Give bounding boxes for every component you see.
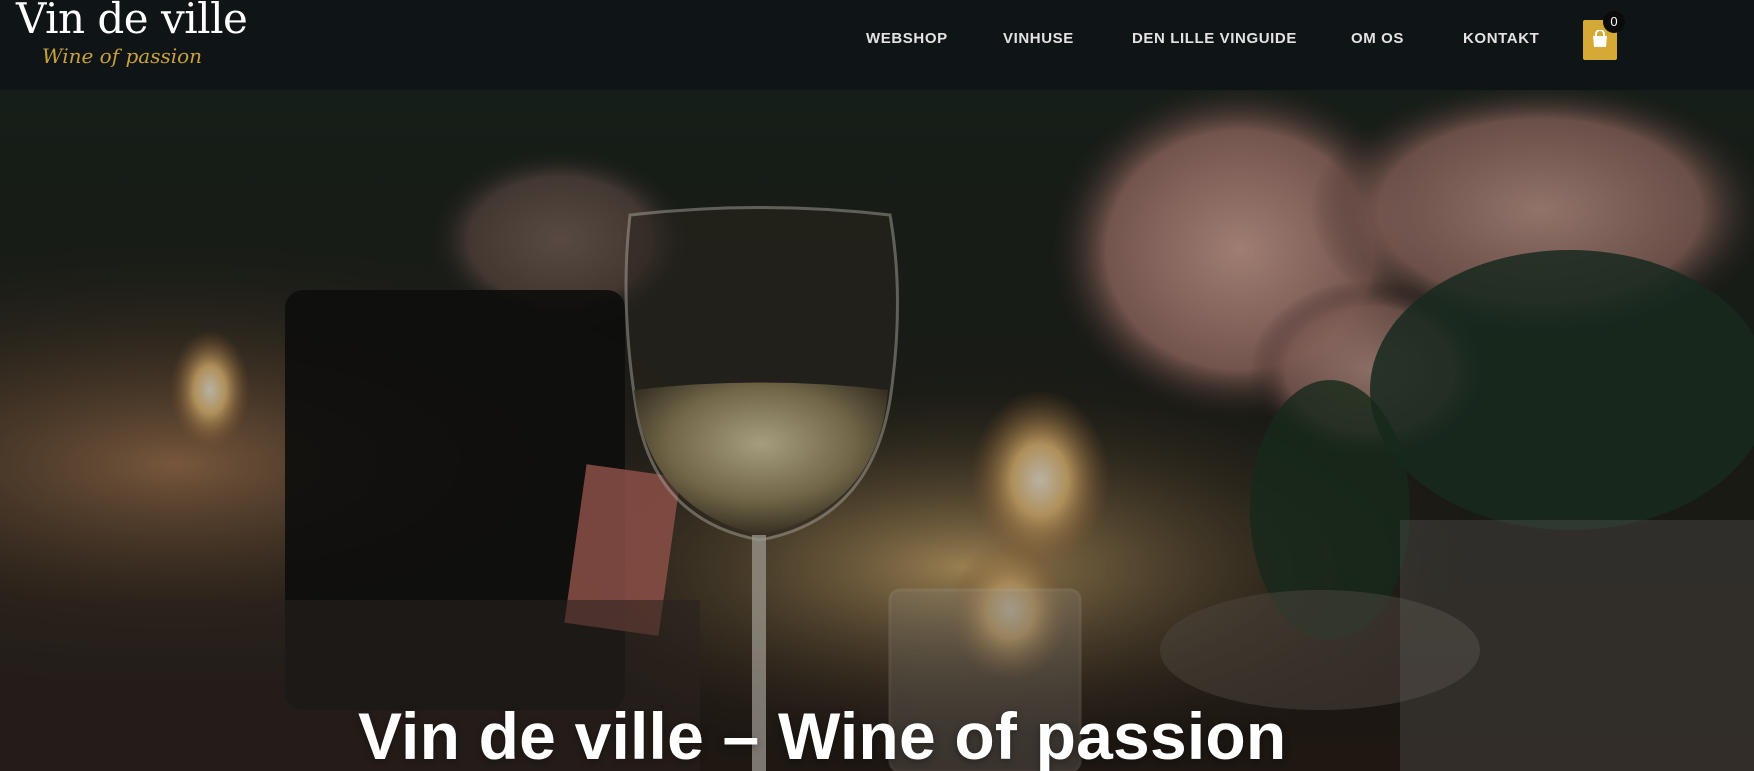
site-logo[interactable]: Vin de ville Wine of passion	[16, 0, 256, 84]
hero-title: Vin de ville – Wine of passion	[358, 699, 1287, 771]
nav-item-den-lille-vinguide[interactable]: DEN LILLE VINGUIDE	[1132, 30, 1297, 47]
logo-wordmark: Vin de ville	[16, 0, 248, 43]
hero-banner: Vin de ville – Wine of passion	[0, 90, 1754, 771]
hero-background-image	[0, 90, 1754, 771]
shopping-bag-icon	[1593, 30, 1607, 47]
nav-item-kontakt[interactable]: KONTAKT	[1463, 30, 1539, 47]
nav-item-om-os[interactable]: OM OS	[1351, 30, 1404, 47]
nav-item-webshop[interactable]: WEBSHOP	[866, 30, 948, 47]
logo-tagline: Wine of passion	[42, 44, 203, 68]
nav-item-vinhuse[interactable]: VINHUSE	[1003, 30, 1074, 47]
cart-count-badge: 0	[1603, 11, 1625, 33]
site-header: Vin de ville Wine of passion WEBSHOP VIN…	[0, 0, 1754, 90]
